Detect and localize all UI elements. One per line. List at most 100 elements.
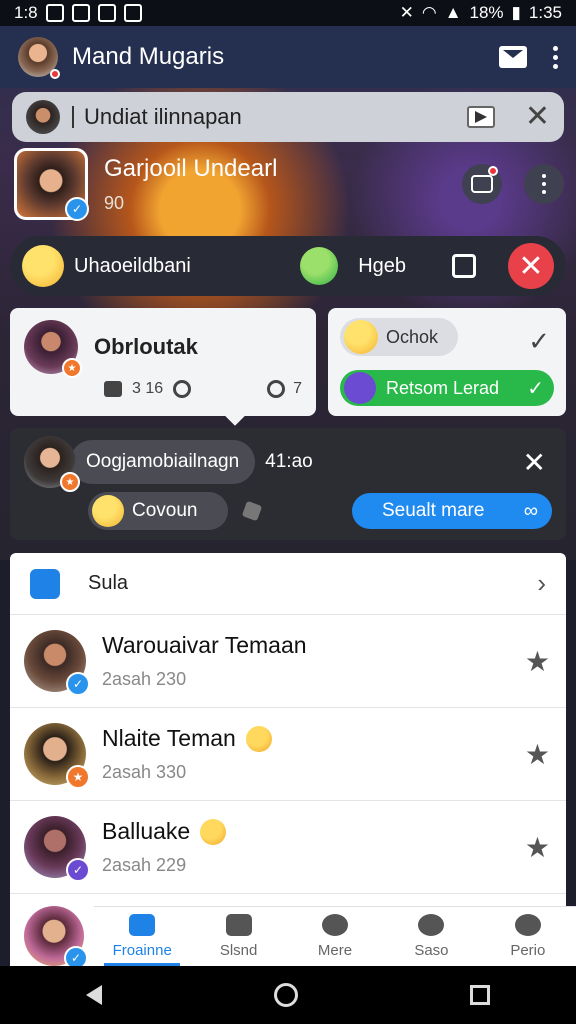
- check-icon[interactable]: ✓: [528, 326, 550, 357]
- star-badge-icon: ★: [62, 358, 82, 378]
- see-more-button[interactable]: Seualt mare ∞: [352, 493, 552, 529]
- card-avatar: ★: [24, 320, 82, 378]
- message-card: ★ Oogjamobiailnagn 41:ao ✕ Covoun Seualt…: [10, 428, 566, 540]
- star-icon[interactable]: ★: [525, 831, 550, 864]
- home-circle-icon[interactable]: [274, 983, 298, 1007]
- friend-avatar: ★: [24, 723, 90, 789]
- lock-icon: [123, 4, 142, 22]
- calendar-icon: [344, 372, 376, 404]
- tab-notifications[interactable]: Saso: [383, 907, 479, 966]
- smile-emoji-icon: [245, 725, 272, 752]
- square-icon[interactable]: [452, 254, 476, 278]
- card-stat-1: 3 16: [132, 380, 164, 397]
- message-time: 41:ao: [265, 451, 313, 472]
- reaction-chip[interactable]: Covoun: [88, 492, 228, 530]
- recents-icon[interactable]: [470, 985, 490, 1005]
- green-action-label: Retsom Lerad: [386, 377, 500, 398]
- message-bubble[interactable]: Oogjamobiailnagn: [70, 440, 256, 484]
- tab-profile[interactable]: Perio: [480, 907, 576, 966]
- user-avatar[interactable]: [18, 37, 60, 79]
- friend-avatar: ✓: [24, 630, 90, 696]
- info-card[interactable]: ★ Obrloutak 3 16 7: [10, 308, 316, 416]
- status-bar: 1:8 ✕ ◠ ▲ 18% ▮ 1:35: [0, 0, 576, 26]
- tab-home[interactable]: Froainne: [94, 907, 190, 966]
- star-icon[interactable]: ★: [525, 738, 550, 771]
- status-dot-icon: [50, 69, 60, 79]
- calendar-icon: [225, 914, 252, 936]
- smile-emoji-icon: [344, 320, 378, 354]
- profile-more-button[interactable]: [524, 164, 564, 204]
- mail-icon[interactable]: [499, 46, 527, 68]
- home-icon: [129, 914, 156, 936]
- profile-icon: [514, 914, 541, 936]
- star-badge-icon: ★: [60, 472, 80, 492]
- tab-friends[interactable]: Mere: [287, 907, 383, 966]
- message-icon: [71, 4, 90, 22]
- friends-list: Sula › ✓ Warouaivar Temaan 2asah 230 ★ ★…: [10, 553, 566, 913]
- chevron-right-icon[interactable]: ›: [537, 568, 546, 599]
- page-title: Mand Mugaris: [72, 43, 225, 70]
- back-icon[interactable]: [86, 985, 102, 1005]
- verified-badge-icon: ✓: [65, 197, 89, 221]
- friend-avatar: ✓: [24, 816, 90, 882]
- unread-dot-icon: [488, 166, 498, 176]
- close-icon[interactable]: ✕: [523, 446, 546, 479]
- list-header-title: Sula: [88, 572, 129, 594]
- friend-subtitle: 2asah 230: [102, 669, 187, 689]
- kebab-icon: [542, 174, 546, 194]
- tag-icon[interactable]: [241, 500, 263, 522]
- tab-calendar[interactable]: Slsnd: [190, 907, 286, 966]
- star-badge-icon: ★: [66, 765, 90, 789]
- notification-text: Undiat ilinnapan: [84, 104, 242, 129]
- app-header: Mand Mugaris: [0, 26, 576, 88]
- infinity-icon: ∞: [523, 499, 538, 522]
- wifi-icon: ◠: [421, 3, 437, 22]
- see-more-label: Seualt mare: [382, 500, 485, 521]
- friend-subtitle: 2asah 229: [102, 855, 187, 875]
- tab-label: Perio: [510, 942, 546, 959]
- laughing-emoji-icon[interactable]: [22, 245, 64, 287]
- status-left-text: 1:8: [14, 3, 38, 22]
- profile-picture[interactable]: ✓: [14, 148, 89, 221]
- smile-emoji-icon: [200, 818, 227, 845]
- reaction-bar: Uhaoeildbani Hgeb ✕: [10, 236, 566, 296]
- reaction-left-label: Uhaoeildbani: [74, 254, 191, 277]
- more-options-icon[interactable]: [553, 45, 558, 69]
- tab-label: Mere: [317, 942, 353, 959]
- notification-banner[interactable]: Undiat ilinnapan ✕: [12, 92, 564, 142]
- reaction-mid-label: Hgeb: [358, 254, 406, 277]
- system-navigation-bar: [0, 966, 576, 1024]
- friend-avatar: ✓: [24, 906, 88, 970]
- verified-badge-icon: ✓: [66, 858, 90, 882]
- tab-label: Saso: [414, 942, 449, 959]
- signal-icon: ▲: [444, 3, 462, 22]
- dismiss-button[interactable]: ✕: [508, 243, 554, 289]
- star-icon[interactable]: ★: [525, 645, 550, 678]
- friend-subtitle: 2asah 330: [102, 762, 187, 782]
- verified-badge-icon: ✓: [66, 672, 90, 696]
- close-icon[interactable]: ✕: [525, 102, 550, 132]
- friend-name: Warouaivar Temaan: [102, 632, 307, 658]
- ok-chip[interactable]: Ochok: [340, 318, 458, 356]
- message-avatar[interactable]: ★: [24, 436, 80, 492]
- send-icon[interactable]: [466, 106, 495, 128]
- card-stat-2: 7: [293, 380, 302, 397]
- friend-name: Nlaite Teman: [102, 725, 236, 751]
- bell-icon: [418, 914, 445, 936]
- friend-name: Balluake: [102, 818, 191, 844]
- blush-emoji-icon: [92, 495, 124, 527]
- profile-section: ✓ Garjooil Undearl 90: [14, 146, 564, 222]
- tab-label: Slsnd: [219, 942, 258, 959]
- bottom-navigation: Froainne Slsnd Mere Saso Perio: [94, 906, 576, 966]
- list-item[interactable]: ★ Nlaite Teman 2asah 330 ★: [10, 708, 566, 801]
- list-item[interactable]: ✓ Warouaivar Temaan 2asah 230 ★: [10, 615, 566, 708]
- share-icon[interactable]: [267, 380, 286, 398]
- app-icon: [97, 4, 116, 22]
- list-item[interactable]: ✓ Balluake 2asah 229 ★: [10, 801, 566, 894]
- green-emoji-icon[interactable]: [300, 247, 339, 285]
- green-action-button[interactable]: Retsom Lerad ✓: [340, 370, 554, 406]
- notifications-button[interactable]: [462, 164, 502, 204]
- people-icon: [322, 914, 349, 936]
- list-header[interactable]: Sula ›: [10, 553, 566, 615]
- divider: [72, 106, 74, 128]
